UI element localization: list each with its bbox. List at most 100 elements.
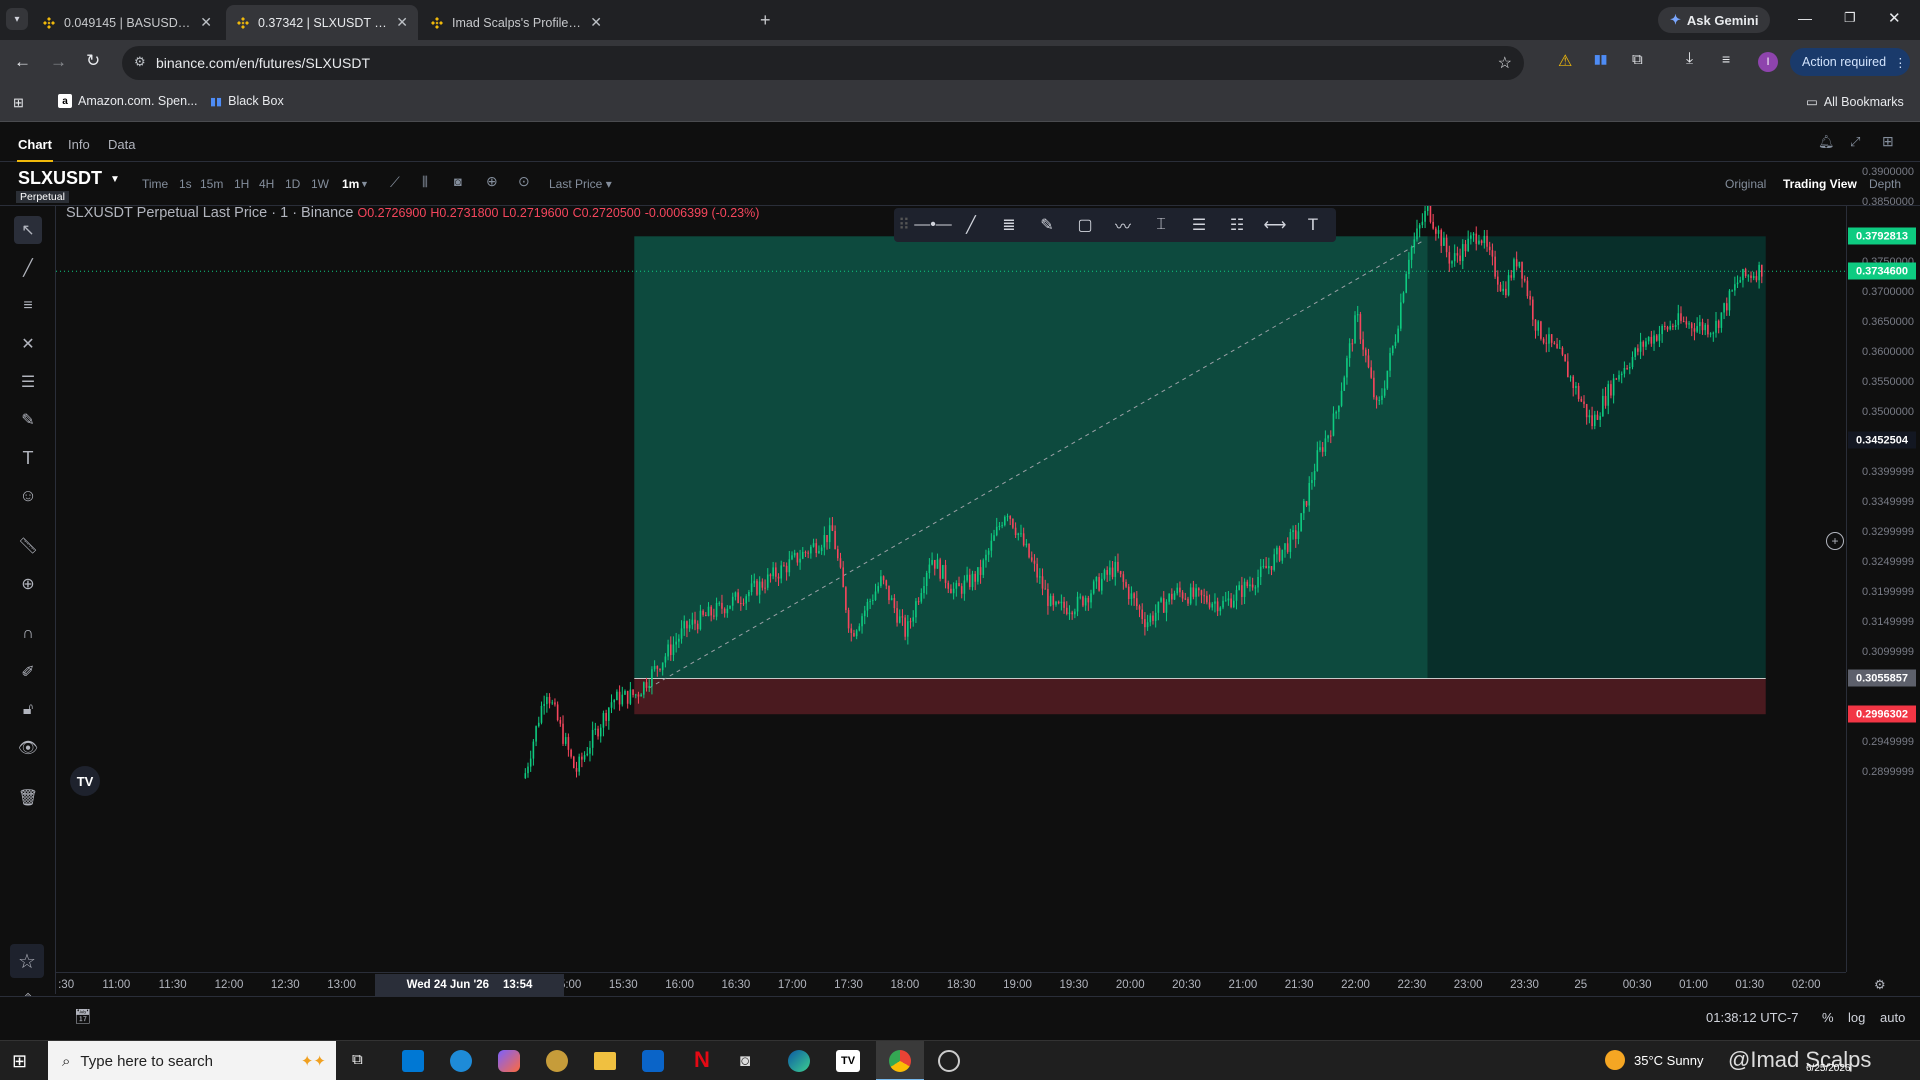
fib-extension-icon[interactable]: ☷ — [1218, 208, 1256, 242]
tf-time[interactable]: Time — [142, 177, 168, 191]
brush-icon[interactable]: ✎ — [1028, 208, 1066, 242]
tf-4h[interactable]: 4H — [259, 177, 274, 191]
date-range-calendar-icon[interactable]: 📅︎ — [74, 1008, 92, 1025]
tab-info[interactable]: Info — [68, 137, 90, 152]
profile-avatar[interactable]: I — [1758, 52, 1778, 72]
bookmark-black-box[interactable]: ▮▮ Black Box — [210, 94, 284, 108]
new-tab-button[interactable]: + — [760, 10, 771, 31]
netflix-icon[interactable]: N — [694, 1047, 710, 1073]
app-icon[interactable] — [938, 1050, 960, 1072]
forward-icon[interactable]: → — [50, 52, 67, 72]
candle-type-icon[interactable]: ⫼ — [422, 174, 428, 190]
vertical-range-icon[interactable]: ⌶ — [1142, 208, 1180, 242]
horizontal-lines-icon[interactable]: ≡ — [14, 292, 42, 320]
tab-search-icon[interactable]: ▾ — [6, 8, 28, 30]
browser-tab-slxusdt[interactable]: 0.37342 | SLXUSDT USD©-Marg ✕ — [226, 5, 418, 40]
view-trading-view[interactable]: Trading View — [1783, 177, 1857, 191]
drag-handle-icon[interactable]: ⠿ — [894, 208, 914, 242]
lock-icon[interactable]: 🔓︎ — [14, 696, 42, 724]
price-axis[interactable]: 0.39000000.38500000.37500000.37000000.36… — [1846, 166, 1920, 972]
cursor-tool-icon[interactable]: ↖ — [14, 216, 42, 244]
windows-start-icon[interactable]: ⊞ — [12, 1051, 27, 1072]
log-scale-toggle[interactable]: log — [1848, 1010, 1865, 1025]
date-range-icon[interactable]: ⟷ — [1256, 208, 1294, 242]
rectangle-icon[interactable]: ▢ — [1066, 208, 1104, 242]
all-bookmarks-folder[interactable]: ▭ All Bookmarks — [1806, 94, 1904, 110]
camera-icon[interactable]: ◙ — [454, 174, 462, 189]
percent-scale-toggle[interactable]: % — [1822, 1010, 1834, 1025]
bookmark-star-icon[interactable]: ☆ — [1498, 53, 1512, 73]
close-tab-icon[interactable]: ✕ — [590, 14, 602, 31]
extension-icon[interactable]: ▮▮ — [1594, 52, 1607, 66]
add-alert-plus-icon[interactable]: + — [1826, 532, 1844, 550]
media-icon[interactable]: ≡ — [1722, 51, 1730, 67]
brush-icon[interactable]: ✎ — [14, 406, 42, 434]
reload-icon[interactable]: ↻ — [86, 51, 100, 71]
store-icon[interactable] — [402, 1050, 424, 1072]
close-tab-icon[interactable]: ✕ — [200, 14, 212, 31]
tf-1d[interactable]: 1D — [285, 177, 300, 191]
price-chart[interactable]: SLXUSDT Perpetual Last Price · 1 · Binan… — [56, 206, 1846, 972]
trend-line-icon[interactable]: ╱ — [14, 254, 42, 282]
url-bar[interactable]: ⚙ binance.com/en/futures/SLXUSDT ☆ — [122, 46, 1524, 80]
text-tool-icon[interactable]: T — [1294, 208, 1332, 242]
horizontal-ray-icon[interactable]: —•— — [914, 208, 952, 242]
ruler-icon[interactable]: 📏︎ — [14, 532, 42, 560]
tf-1h[interactable]: 1H — [234, 177, 249, 191]
task-view-icon[interactable]: ⧉ — [352, 1051, 363, 1068]
download-icon[interactable]: ⤓ — [1686, 50, 1693, 68]
extensions-puzzle-icon[interactable]: ⧉ — [1632, 51, 1643, 68]
utc-clock[interactable]: 01:38:12 UTC-7 — [1706, 1010, 1799, 1025]
magnet-icon[interactable]: ∩ — [14, 620, 42, 648]
bookmark-amazon[interactable]: a Amazon.com. Spen... — [58, 94, 198, 108]
tf-1m-selected[interactable]: 1m — [342, 177, 359, 191]
layout-grid-icon[interactable]: ⊞ — [1882, 133, 1894, 150]
price-source-select[interactable]: Last Price ▾ — [549, 177, 612, 191]
taskbar-search-box[interactable]: ⌕ Type here to search ✦✦ — [48, 1041, 336, 1080]
apps-grid-icon[interactable]: ⊞ — [13, 95, 24, 111]
settings-circle-icon[interactable]: ⊙ — [518, 173, 530, 190]
path-icon[interactable]: 〰 — [1104, 208, 1142, 242]
file-explorer-icon[interactable] — [594, 1052, 616, 1070]
tf-1s[interactable]: 1s — [179, 177, 192, 191]
close-tab-icon[interactable]: ✕ — [396, 14, 408, 31]
indicator-icon[interactable]: ⟋ — [390, 174, 400, 191]
browser-tab-profile[interactable]: Imad Scalps's Profile | Binance S ✕ — [420, 5, 612, 40]
close-window-icon[interactable]: ✕ — [1888, 9, 1901, 27]
add-indicator-icon[interactable]: ⊕ — [486, 173, 498, 190]
tradingview-logo[interactable]: TV — [70, 766, 100, 796]
edge-icon[interactable] — [788, 1050, 810, 1072]
symbol-dropdown-icon[interactable]: ▼ — [110, 174, 120, 185]
action-required-button[interactable]: Action required ⋮ — [1790, 48, 1910, 76]
time-axis[interactable]: :3011:0011:3012:0012:3013:00:3015:0015:3… — [56, 972, 1886, 996]
emoji-icon[interactable]: ☺ — [14, 482, 42, 510]
axis-settings-icon[interactable]: ⚙ — [1874, 977, 1886, 993]
zoom-in-icon[interactable]: ⊕ — [14, 570, 42, 598]
view-original[interactable]: Original — [1725, 177, 1766, 191]
bell-icon[interactable]: 🔔︎ — [1818, 134, 1835, 150]
tf-1w[interactable]: 1W — [311, 177, 329, 191]
tradingview-app-icon[interactable]: TV — [836, 1050, 860, 1072]
browser-tab-basusdt[interactable]: 0.049145 | BASUSDT USD©-Ma ✕ — [32, 5, 222, 40]
minimize-icon[interactable]: — — [1798, 10, 1812, 26]
weather-text[interactable]: 35°C Sunny — [1634, 1053, 1704, 1068]
restore-icon[interactable]: ❐ — [1844, 10, 1856, 26]
pattern-tool-icon[interactable]: ✕ — [14, 330, 42, 358]
symbol-selector[interactable]: SLXUSDT — [18, 168, 102, 189]
view-depth[interactable]: Depth — [1869, 177, 1901, 191]
site-info-icon[interactable]: ⚙ — [134, 54, 146, 70]
back-icon[interactable]: ← — [14, 52, 31, 72]
lock-pen-icon[interactable]: ✐ — [14, 658, 42, 686]
favorites-star-icon[interactable]: ☆ — [10, 944, 44, 978]
eye-icon[interactable]: 👁︎ — [14, 734, 42, 762]
trash-icon[interactable]: 🗑︎ — [14, 784, 42, 812]
chevron-down-icon[interactable]: ▼ — [360, 179, 369, 189]
tab-chart[interactable]: Chart — [18, 137, 52, 152]
app-icon[interactable] — [450, 1050, 472, 1072]
tf-15m[interactable]: 15m — [200, 177, 223, 191]
ask-gemini-button[interactable]: ✦ Ask Gemini — [1658, 7, 1771, 33]
text-tool-icon[interactable]: T — [14, 444, 42, 472]
camera-icon[interactable]: ◙ — [740, 1051, 750, 1071]
app-icon[interactable] — [546, 1050, 568, 1072]
trend-line-icon[interactable]: ╱ — [952, 208, 990, 242]
